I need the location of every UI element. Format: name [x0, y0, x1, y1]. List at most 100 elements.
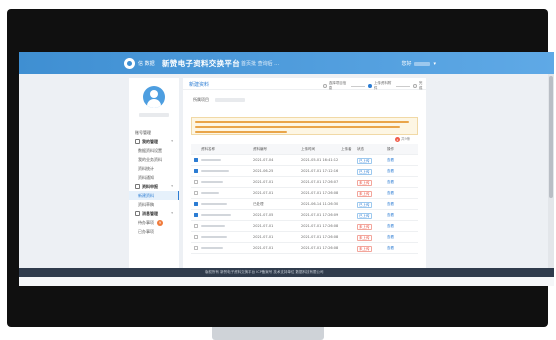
status-badge: 已上传: [357, 158, 372, 164]
file-name: [201, 247, 223, 249]
step-dot-icon: [413, 84, 417, 88]
table-row: 2021-06-25 2021-07-01 17:12:16 已上传 查看: [191, 166, 418, 177]
column-header: 上传时间: [301, 147, 315, 151]
view-link[interactable]: 查看: [387, 224, 394, 229]
sidebar-item-label: 待办事项: [138, 219, 154, 225]
view-link[interactable]: 查看: [387, 180, 394, 185]
user-menu[interactable]: 您好 ▾: [401, 60, 436, 68]
message-icon: [135, 211, 140, 216]
view-link[interactable]: 查看: [387, 202, 394, 207]
sidebar-item-label: 资料草稿: [138, 201, 154, 207]
sidebar-item-label: 新建资料: [138, 192, 154, 198]
sidebar-item-8[interactable]: 资料草稿: [129, 200, 179, 209]
sidebar-user-name: [139, 113, 169, 117]
row-checkbox[interactable]: [194, 246, 198, 250]
project-value: [215, 98, 245, 102]
status-badge: 未上传: [357, 235, 372, 241]
sidebar-item-6[interactable]: 资料申报 ▾: [129, 182, 179, 191]
view-link[interactable]: 查看: [387, 191, 394, 196]
header-nav-links[interactable]: 首页批 查询后 …: [241, 60, 279, 67]
sidebar-item-label: 我的业务资料: [138, 156, 162, 162]
sidebar-item-2[interactable]: 数据资料设置: [129, 146, 179, 155]
row-checkbox[interactable]: [194, 180, 198, 184]
row-checkbox[interactable]: [194, 235, 198, 239]
step-dot-icon: [323, 84, 327, 88]
notice-line: [195, 126, 400, 128]
view-link[interactable]: 查看: [387, 246, 394, 251]
scrollbar-thumb[interactable]: [549, 76, 553, 198]
project-label: 所属项目: [193, 97, 209, 102]
row-checkbox[interactable]: [194, 224, 198, 228]
table-row: 2021-07-01 2021-07-01 17:26:08 未上传 查看: [191, 188, 418, 199]
sidebar-item-label: 已办事项: [138, 228, 154, 234]
file-name: [201, 236, 227, 238]
sidebar-item-7[interactable]: 新建资料: [129, 191, 179, 200]
notice-line: [195, 121, 409, 123]
cell-time: 2021-07-01 17:26:08: [301, 235, 339, 239]
notice-banner: [191, 117, 418, 135]
sidebar: 账号管理 我的管理 ▾ 数据资料设置 我的业务资料资料统计 资料通知资料申报 ▾ 新建资料资料…: [129, 78, 179, 286]
step-dot-icon: [368, 84, 372, 88]
sidebar-item-0[interactable]: 账号管理: [129, 128, 179, 137]
view-link[interactable]: 查看: [387, 213, 394, 218]
status-badge: 未上传: [357, 224, 372, 230]
notification-badge: 9: [157, 219, 163, 226]
step-connector: [351, 85, 366, 87]
chevron-down-icon: ▾: [171, 184, 173, 188]
row-checkbox[interactable]: [194, 213, 198, 217]
row-checkbox[interactable]: [194, 158, 198, 162]
cell-time: 2021-07-01 17:26:08: [301, 224, 339, 228]
cell-code: 2021-07-01: [253, 235, 274, 239]
cell-time: 2021-05-01 16:41:12: [301, 158, 339, 162]
footer-text: 版权所有 新赞电子资料交换平台 ICP备案号 技术支持单位 数据科技有限公司: [205, 270, 324, 274]
sidebar-item-label: 资料通知: [138, 174, 154, 180]
top-header: 信 数据 新赞电子资料交换平台 首页批 查询后 … 您好 ▾: [19, 52, 554, 74]
sidebar-item-10[interactable]: 待办事项 9: [129, 218, 179, 227]
cell-code: 已处理: [253, 202, 264, 206]
view-link[interactable]: 查看: [387, 235, 394, 240]
view-link[interactable]: 查看: [387, 158, 394, 163]
platform-title: 新赞电子资料交换平台: [162, 59, 240, 68]
sidebar-item-label: 数据资料设置: [138, 147, 162, 153]
sidebar-item-11[interactable]: 已办事项: [129, 227, 179, 236]
table-row: 已处理 2021-06-14 11:26:30 已上传 查看: [191, 199, 418, 210]
row-checkbox[interactable]: [194, 191, 198, 195]
doc-icon: [135, 184, 140, 189]
column-header: 状态: [357, 147, 364, 151]
sidebar-item-5[interactable]: 资料通知: [129, 173, 179, 182]
table-row: 2021-07-01 2021-07-01 17:26:08 未上传 查看: [191, 243, 418, 254]
chevron-down-icon: ▾: [433, 60, 436, 67]
step-label: 完成: [418, 81, 423, 90]
notice-line: [195, 131, 287, 133]
greeting-text: 您好: [401, 61, 412, 67]
cell-time: 2021-07-01 17:12:16: [301, 169, 339, 173]
avatar[interactable]: [143, 86, 165, 108]
main-panel: 新建资料 选择项目信息 上传资料附件 完成 所属项目 2 共9条 资料名称 资料编号 上…: [183, 78, 426, 286]
sidebar-item-1[interactable]: 我的管理 ▾: [129, 137, 179, 146]
row-checkbox[interactable]: [194, 202, 198, 206]
sidebar-item-label: 消息管理: [142, 210, 158, 216]
sidebar-menu: 账号管理 我的管理 ▾ 数据资料设置 我的业务资料资料统计 资料通知资料申报 ▾ 新建资料资料…: [129, 128, 179, 236]
status-badge: 已上传: [357, 169, 372, 175]
app-logo[interactable]: 信 数据: [124, 57, 155, 69]
column-header: 操作: [387, 147, 394, 151]
status-badge: 未上传: [357, 191, 372, 197]
row-checkbox[interactable]: [194, 169, 198, 173]
file-name: [201, 203, 227, 205]
cell-code: 2021-07-01: [253, 246, 274, 250]
page-title: 新建资料: [189, 82, 210, 88]
file-name: [201, 159, 221, 161]
view-link[interactable]: 查看: [387, 169, 394, 174]
column-header: 上传者: [341, 147, 352, 151]
sidebar-item-9[interactable]: 消息管理 ▾: [129, 209, 179, 218]
sidebar-item-3[interactable]: 我的业务资料: [129, 155, 179, 164]
step-label: 上传资料附件: [373, 81, 392, 90]
breadcrumb: 新建资料 选择项目信息 上传资料附件 完成: [183, 78, 426, 90]
step-indicator: 选择项目信息 上传资料附件 完成: [323, 81, 426, 91]
cell-time: 2021-07-01 17:26:07: [301, 180, 339, 184]
monitor-stand: [212, 327, 324, 340]
sidebar-item-4[interactable]: 资料统计: [129, 164, 179, 173]
cell-code: 2021-07-01: [253, 180, 274, 184]
table-row: 2021-07-01 2021-07-01 17:26:08 未上传 查看: [191, 232, 418, 243]
table-header: 资料名称 资料编号 上传时间 上传者 状态 操作: [191, 144, 418, 155]
